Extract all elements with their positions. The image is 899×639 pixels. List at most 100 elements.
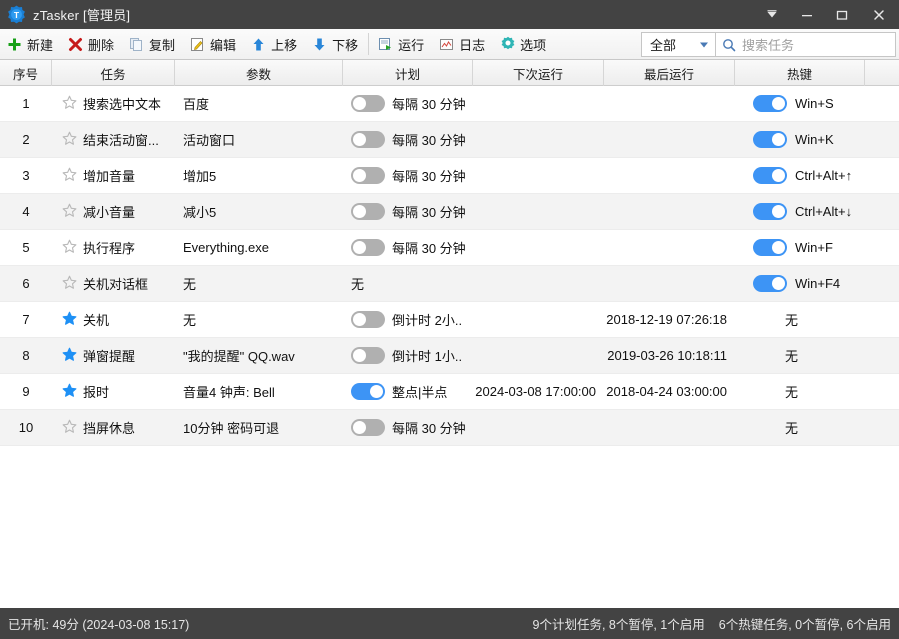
table-row[interactable]: 1搜索选中文本百度每隔 30 分钟Win+S xyxy=(0,86,899,122)
plan-toggle[interactable] xyxy=(351,239,385,256)
column-header-last-run[interactable]: 最后运行 xyxy=(604,60,735,86)
log-button[interactable]: 日志 xyxy=(432,30,493,58)
edit-button[interactable]: 编辑 xyxy=(183,30,244,58)
table-row[interactable]: 5执行程序Everything.exe每隔 30 分钟Win+F xyxy=(0,230,899,266)
row-plan: 整点|半点 xyxy=(343,374,473,410)
row-index: 2 xyxy=(0,122,52,158)
column-header-task[interactable]: 任务 xyxy=(52,60,175,86)
table-row[interactable]: 8弹窗提醒"我的提醒" QQ.wav倒计时 1小..2019-03-26 10:… xyxy=(0,338,899,374)
row-task: 搜索选中文本 xyxy=(52,86,175,122)
plan-toggle[interactable] xyxy=(351,383,385,400)
row-param: 增加5 xyxy=(175,158,343,194)
close-icon[interactable] xyxy=(859,0,899,29)
table-row[interactable]: 2结束活动窗...活动窗口每隔 30 分钟Win+K xyxy=(0,122,899,158)
row-plan-label: 每隔 30 分钟 xyxy=(392,130,466,149)
favorite-star-icon[interactable] xyxy=(62,275,77,293)
hotkey-toggle[interactable] xyxy=(753,239,787,256)
row-index: 7 xyxy=(0,302,52,338)
hotkey-toggle[interactable] xyxy=(753,95,787,112)
favorite-star-icon[interactable] xyxy=(62,131,77,149)
table-row[interactable]: 7关机无倒计时 2小..2018-12-19 07:26:18无 xyxy=(0,302,899,338)
row-task-label: 结束活动窗... xyxy=(83,130,159,149)
plan-toggle[interactable] xyxy=(351,131,385,148)
delete-button-label: 删除 xyxy=(88,35,114,54)
column-header-hotkey[interactable]: 热键 xyxy=(735,60,865,86)
row-hotkey-label: Ctrl+Alt+↓ xyxy=(795,204,852,219)
column-header-spacer xyxy=(865,60,899,86)
move-up-button[interactable]: 上移 xyxy=(244,30,305,58)
edit-pencil-icon xyxy=(189,36,206,53)
table-row[interactable]: 4减小音量减小5每隔 30 分钟Ctrl+Alt+↓ xyxy=(0,194,899,230)
plan-toggle[interactable] xyxy=(351,419,385,436)
row-plan-label: 每隔 30 分钟 xyxy=(392,418,466,437)
delete-button[interactable]: 删除 xyxy=(61,30,122,58)
plan-toggle[interactable] xyxy=(351,203,385,220)
table-row[interactable]: 9报时音量4 钟声: Bell整点|半点2024-03-08 17:00:002… xyxy=(0,374,899,410)
row-task-label: 关机对话框 xyxy=(83,274,148,293)
favorite-star-icon[interactable] xyxy=(62,239,77,257)
row-param: 百度 xyxy=(175,86,343,122)
row-task: 执行程序 xyxy=(52,230,175,266)
row-last-run: 2019-03-26 10:18:11 xyxy=(604,338,735,374)
plus-icon xyxy=(6,36,23,53)
gear-icon xyxy=(499,36,516,53)
column-header-plan[interactable]: 计划 xyxy=(343,60,473,86)
search-icon xyxy=(722,38,736,52)
table-row[interactable]: 6关机对话框无无Win+F4 xyxy=(0,266,899,302)
table-header-row: 序号 任务 参数 计划 下次运行 最后运行 热键 xyxy=(0,60,899,86)
row-spacer xyxy=(865,158,899,194)
maximize-icon[interactable] xyxy=(824,0,859,29)
collapse-arrow-icon[interactable] xyxy=(754,0,789,29)
plan-toggle[interactable] xyxy=(351,311,385,328)
row-plan: 每隔 30 分钟 xyxy=(343,194,473,230)
options-button[interactable]: 选项 xyxy=(493,30,554,58)
plan-toggle[interactable] xyxy=(351,95,385,112)
row-spacer xyxy=(865,302,899,338)
row-next-run: 2024-03-08 17:00:00 xyxy=(473,374,604,410)
favorite-star-icon[interactable] xyxy=(62,311,77,329)
favorite-star-icon[interactable] xyxy=(62,95,77,113)
row-task-label: 弹窗提醒 xyxy=(83,346,135,365)
row-index: 9 xyxy=(0,374,52,410)
hotkey-toggle[interactable] xyxy=(753,275,787,292)
chevron-down-icon xyxy=(700,42,708,47)
row-task: 弹窗提醒 xyxy=(52,338,175,374)
row-plan: 每隔 30 分钟 xyxy=(343,122,473,158)
move-down-button[interactable]: 下移 xyxy=(305,30,366,58)
plan-toggle[interactable] xyxy=(351,167,385,184)
favorite-star-icon[interactable] xyxy=(62,203,77,221)
row-index: 6 xyxy=(0,266,52,302)
favorite-star-icon[interactable] xyxy=(62,347,77,365)
search-box[interactable]: 搜索任务 xyxy=(716,32,896,57)
table-row[interactable]: 10挡屏休息10分钟 密码可退每隔 30 分钟无 xyxy=(0,410,899,446)
new-button[interactable]: 新建 xyxy=(0,30,61,58)
new-button-label: 新建 xyxy=(27,35,53,54)
status-plan-summary: 9个计划任务, 8个暂停, 1个启用 xyxy=(533,614,705,633)
row-index: 5 xyxy=(0,230,52,266)
hotkey-toggle[interactable] xyxy=(753,203,787,220)
row-next-run xyxy=(473,230,604,266)
toolbar-divider xyxy=(368,33,369,55)
row-task-label: 报时 xyxy=(83,382,109,401)
favorite-star-icon[interactable] xyxy=(62,419,77,437)
delete-x-icon xyxy=(67,36,84,53)
hotkey-toggle[interactable] xyxy=(753,167,787,184)
minimize-icon[interactable] xyxy=(789,0,824,29)
column-header-index[interactable]: 序号 xyxy=(0,60,52,86)
row-plan-label: 整点|半点 xyxy=(392,382,447,401)
row-last-run xyxy=(604,86,735,122)
row-last-run xyxy=(604,122,735,158)
column-header-next-run[interactable]: 下次运行 xyxy=(473,60,604,86)
plan-toggle[interactable] xyxy=(351,347,385,364)
row-spacer xyxy=(865,122,899,158)
table-row[interactable]: 3增加音量增加5每隔 30 分钟Ctrl+Alt+↑ xyxy=(0,158,899,194)
copy-button[interactable]: 复制 xyxy=(122,30,183,58)
favorite-star-icon[interactable] xyxy=(62,383,77,401)
hotkey-toggle[interactable] xyxy=(753,131,787,148)
column-header-param[interactable]: 参数 xyxy=(175,60,343,86)
row-hotkey: Win+K xyxy=(735,122,865,158)
row-hotkey: Ctrl+Alt+↑ xyxy=(735,158,865,194)
filter-dropdown[interactable]: 全部 xyxy=(641,32,716,57)
favorite-star-icon[interactable] xyxy=(62,167,77,185)
run-button[interactable]: 运行 xyxy=(371,30,432,58)
